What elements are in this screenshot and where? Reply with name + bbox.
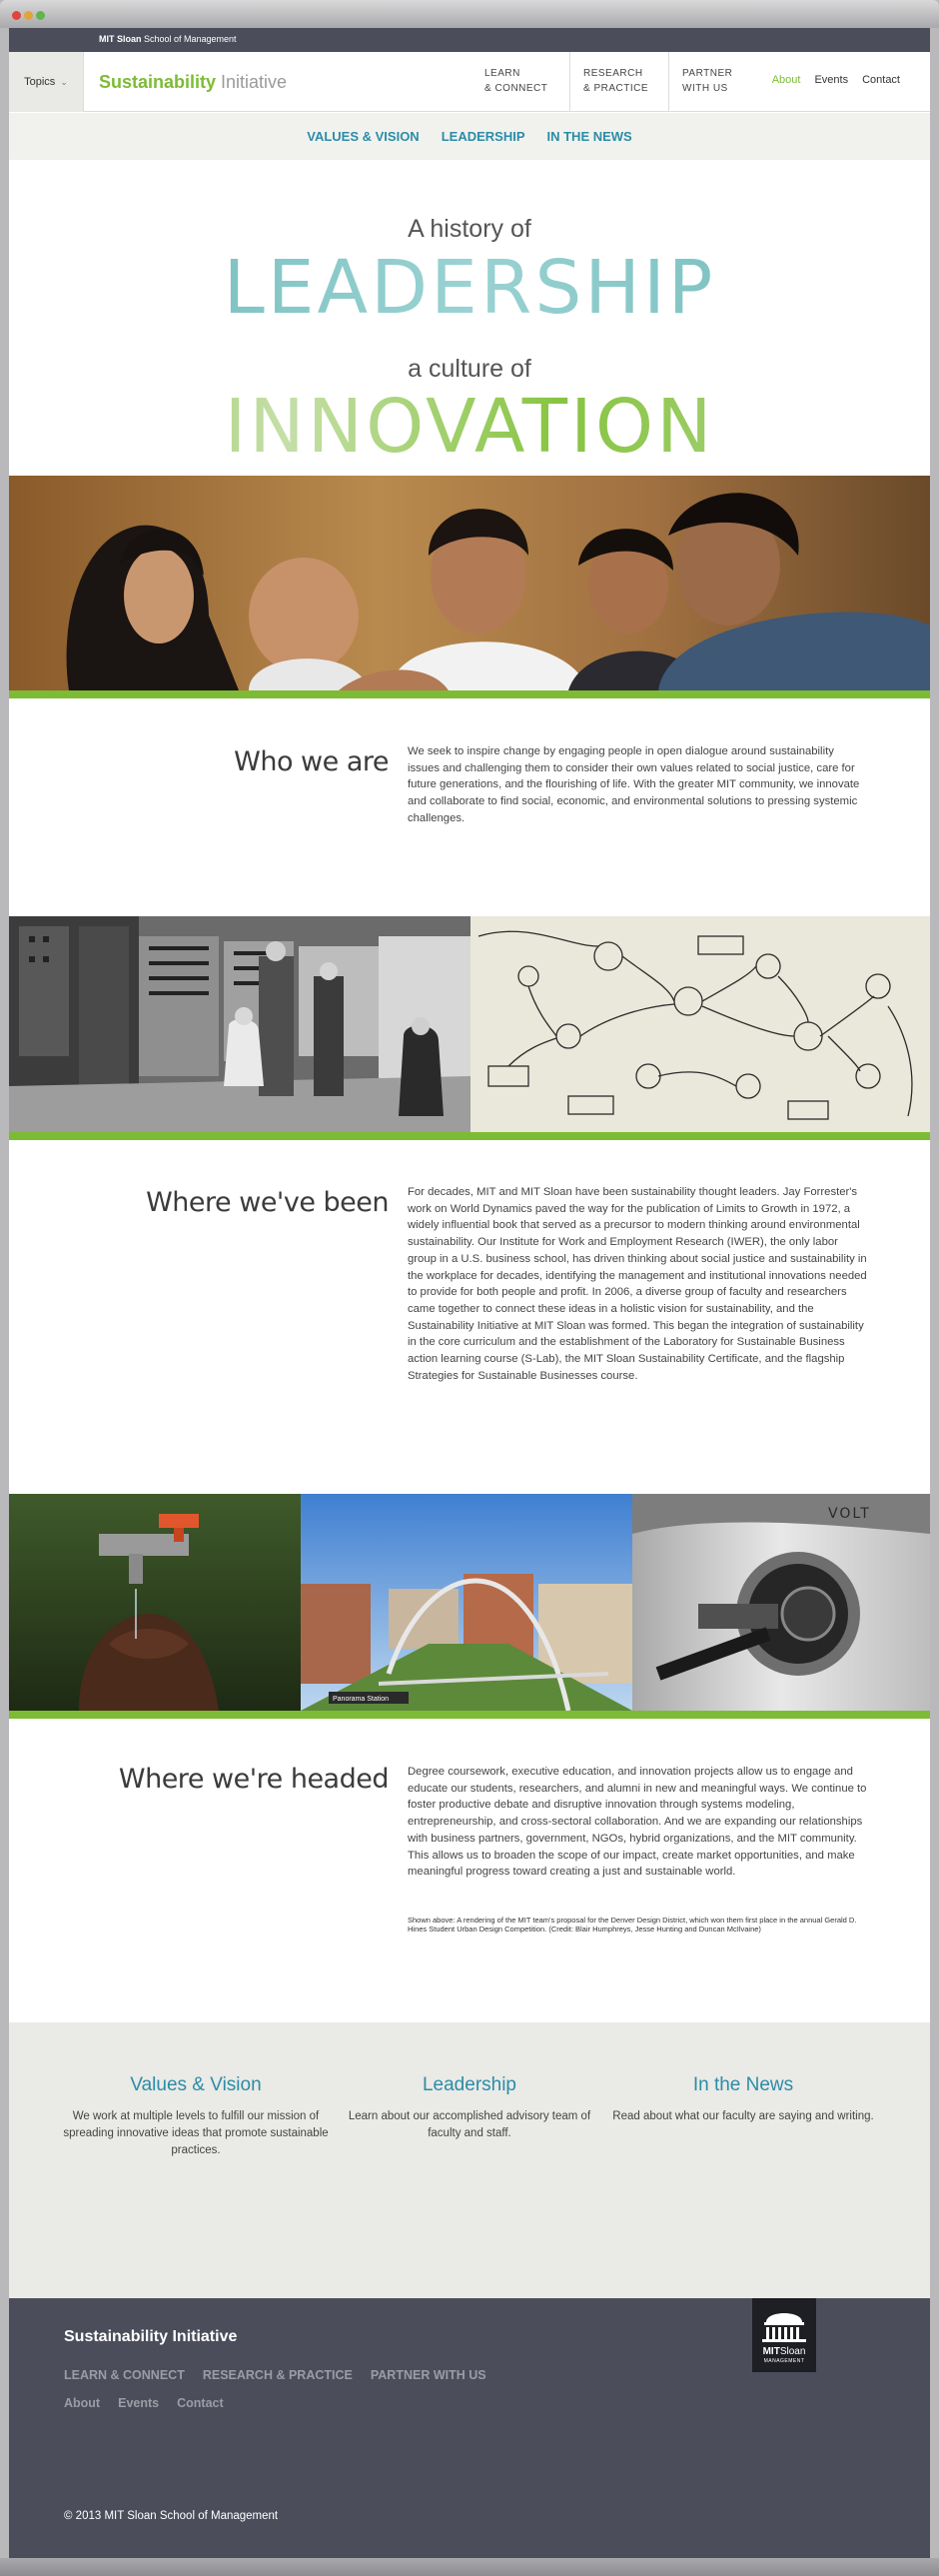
logo-text: MITSloan bbox=[752, 2346, 816, 2357]
sub-nav: VALUES & VISION LEADERSHIP IN THE NEWS bbox=[9, 113, 930, 160]
minimize-window-icon[interactable] bbox=[24, 11, 33, 20]
window-bottom-edge bbox=[0, 2558, 939, 2576]
nav-learn-connect[interactable]: LEARN & CONNECT bbox=[471, 52, 570, 112]
hero-word-leadership: LEADERSHIP bbox=[9, 246, 930, 330]
feature-cards: Values & Vision We work at multiple leve… bbox=[9, 2022, 930, 2298]
site-title-light: Initiative bbox=[216, 72, 288, 92]
card-title[interactable]: In the News bbox=[608, 2074, 878, 2096]
subnav-in-the-news[interactable]: IN THE NEWS bbox=[547, 129, 632, 144]
who-we-are-heading: Who we are bbox=[234, 746, 389, 777]
hero-line-2: a culture of bbox=[408, 355, 531, 383]
where-were-headed-text: Degree coursework, executive education, … bbox=[408, 1766, 867, 1879]
school-name[interactable]: MIT Sloan School of Management bbox=[99, 34, 237, 44]
window-titlebar bbox=[0, 0, 939, 28]
footer-link-events[interactable]: Events bbox=[118, 2396, 159, 2410]
card-values-vision[interactable]: Values & Vision We work at multiple leve… bbox=[61, 2074, 331, 2159]
page: MIT Sloan School of Management Topics ⌄ … bbox=[9, 28, 930, 2558]
dome-icon bbox=[762, 2313, 806, 2342]
card-text: We work at multiple levels to fulfill ou… bbox=[63, 2110, 329, 2156]
nav-partner-with-us[interactable]: PARTNER WITH US bbox=[669, 52, 768, 112]
who-we-are-text: We seek to inspire change by engaging pe… bbox=[408, 745, 860, 824]
close-window-icon[interactable] bbox=[12, 11, 21, 20]
footer-link-research-practice[interactable]: RESEARCH & PRACTICE bbox=[203, 2368, 353, 2382]
where-were-headed-heading: Where we're headed bbox=[118, 1764, 390, 1795]
card-text: Read about what our faculty are saying a… bbox=[612, 2110, 874, 2122]
topics-menu-button[interactable]: Topics ⌄ bbox=[9, 52, 84, 112]
divider-bar bbox=[9, 1711, 930, 1719]
logo-management: MANAGEMENT bbox=[763, 2358, 805, 2364]
chevron-down-icon: ⌄ bbox=[60, 76, 68, 87]
card-leadership[interactable]: Leadership Learn about our accomplished … bbox=[335, 2074, 604, 2142]
where-weve-been-heading: Where we've been bbox=[146, 1187, 389, 1218]
school-name-rest: School of Management bbox=[141, 34, 237, 44]
browser-window: MIT Sloan School of Management Topics ⌄ … bbox=[0, 0, 939, 2576]
footer-secondary-nav: About Events Contact bbox=[64, 2396, 224, 2410]
footer-link-about[interactable]: About bbox=[64, 2396, 100, 2410]
hero: A history of LEADERSHIP a culture of INN… bbox=[9, 160, 930, 476]
divider-bar bbox=[9, 1132, 930, 1140]
footer-link-partner-with-us[interactable]: PARTNER WITH US bbox=[371, 2368, 486, 2382]
nav-research-practice[interactable]: RESEARCH & PRACTICE bbox=[570, 52, 669, 112]
divider-bar bbox=[9, 690, 930, 698]
footer-primary-nav: LEARN & CONNECT RESEARCH & PRACTICE PART… bbox=[64, 2368, 486, 2382]
zoom-window-icon[interactable] bbox=[36, 11, 45, 20]
car-badge-text: VOLT bbox=[828, 1506, 871, 1522]
site-header: Topics ⌄ Sustainability Initiative LEARN… bbox=[9, 52, 930, 112]
card-title[interactable]: Leadership bbox=[335, 2074, 604, 2096]
site-footer: Sustainability Initiative LEARN & CONNEC… bbox=[9, 2298, 930, 2558]
footer-link-learn-connect[interactable]: LEARN & CONNECT bbox=[64, 2368, 185, 2382]
topics-label: Topics bbox=[24, 76, 56, 88]
footer-title[interactable]: Sustainability Initiative bbox=[64, 2328, 237, 2346]
card-in-the-news[interactable]: In the News Read about what our faculty … bbox=[608, 2074, 878, 2125]
nav-events[interactable]: Events bbox=[814, 74, 848, 86]
nav-about[interactable]: About bbox=[772, 74, 801, 86]
utility-nav: About Events Contact bbox=[772, 74, 900, 86]
site-title[interactable]: Sustainability Initiative bbox=[99, 72, 287, 93]
hero-line-1: A history of bbox=[408, 215, 531, 243]
copyright: © 2013 MIT Sloan School of Management bbox=[64, 2510, 279, 2522]
mit-sloan-logo[interactable]: MITSloan MANAGEMENT bbox=[752, 2298, 816, 2372]
hero-word-innovation: INNOVATION bbox=[9, 385, 930, 469]
bridge-sign-text: Panorama Station bbox=[333, 1696, 389, 1703]
card-text: Learn about our accomplished advisory te… bbox=[348, 2110, 591, 2139]
footer-link-contact[interactable]: Contact bbox=[177, 2396, 224, 2410]
subnav-leadership[interactable]: LEADERSHIP bbox=[442, 129, 525, 144]
school-name-bold: MIT Sloan bbox=[99, 34, 142, 44]
history-photos bbox=[9, 916, 930, 1132]
site-title-strong: Sustainability bbox=[99, 72, 217, 92]
photo-caption: Shown above: A rendering of the MIT team… bbox=[408, 1916, 857, 1933]
logo-sloan: Sloan bbox=[779, 2346, 806, 2357]
students-photo bbox=[9, 476, 930, 690]
where-weve-been-text: For decades, MIT and MIT Sloan have been… bbox=[408, 1186, 867, 1382]
school-bar: MIT Sloan School of Management bbox=[9, 28, 930, 52]
subnav-values-vision[interactable]: VALUES & VISION bbox=[307, 129, 419, 144]
main-nav: LEARN & CONNECT RESEARCH & PRACTICE PART… bbox=[471, 52, 768, 112]
future-photos: Panorama Station VOLT bbox=[9, 1494, 930, 1711]
logo-mit: MIT bbox=[762, 2346, 780, 2357]
card-title[interactable]: Values & Vision bbox=[61, 2074, 331, 2096]
nav-contact[interactable]: Contact bbox=[862, 74, 900, 86]
